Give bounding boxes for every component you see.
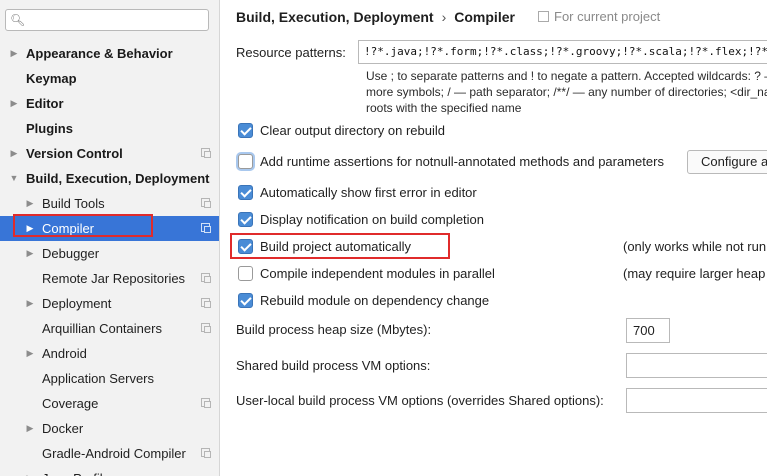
project-scope-icon bbox=[201, 298, 211, 308]
sidebar-item-keymap[interactable]: Keymap bbox=[0, 66, 219, 91]
resource-patterns-label: Resource patterns: bbox=[236, 45, 346, 60]
scope-indicator: For current project bbox=[538, 8, 660, 26]
chevron-right-icon[interactable]: ▶ bbox=[8, 41, 20, 66]
sidebar-item-deployment[interactable]: ▶ Deployment bbox=[0, 291, 219, 316]
sidebar-item-debugger[interactable]: ▶ Debugger bbox=[0, 241, 219, 266]
sidebar-item-label: Version Control bbox=[26, 146, 123, 161]
heap-size-label: Build process heap size (Mbytes): bbox=[236, 322, 432, 337]
chevron-right-icon[interactable]: ▶ bbox=[8, 141, 20, 166]
user-vm-options-label: User-local build process VM options (ove… bbox=[236, 393, 604, 408]
sidebar-item-remote-jar-repositories[interactable]: Remote Jar Repositories bbox=[0, 266, 219, 291]
sidebar-item-arquillian-containers[interactable]: Arquillian Containers bbox=[0, 316, 219, 341]
sidebar-item-label: Docker bbox=[42, 421, 84, 436]
project-scope-icon bbox=[538, 11, 549, 22]
option-label: Add runtime assertions for notnull-annot… bbox=[260, 154, 664, 169]
sidebar-item-version-control[interactable]: ▶ Version Control bbox=[0, 141, 219, 166]
chevron-right-icon[interactable]: ▶ bbox=[24, 241, 36, 266]
project-scope-icon bbox=[201, 273, 211, 283]
sidebar-item-docker[interactable]: ▶ Docker bbox=[0, 416, 219, 441]
sidebar-item-label: Arquillian Containers bbox=[42, 321, 162, 336]
option-label: Clear output directory on rebuild bbox=[260, 123, 445, 138]
sidebar-item-gradle-android-compiler[interactable]: Gradle-Android Compiler bbox=[0, 441, 219, 466]
checkbox-checked[interactable] bbox=[238, 212, 253, 227]
project-scope-icon bbox=[201, 323, 211, 333]
compiler-settings-panel: Build, Execution, Deployment › Compiler Fo… bbox=[220, 0, 767, 476]
sidebar-item-label: Build, Execution, Deployment bbox=[26, 171, 210, 186]
resource-patterns-hint-line-3: roots with the specified name bbox=[366, 101, 522, 115]
checkbox-unchecked[interactable] bbox=[238, 154, 253, 169]
project-scope-icon bbox=[201, 148, 211, 158]
shared-vm-options-label: Shared build process VM options: bbox=[236, 358, 431, 373]
sidebar-item-label: Deployment bbox=[42, 296, 112, 311]
sidebar-item-label: Remote Jar Repositories bbox=[42, 271, 186, 286]
search-icon: 🔍︎ bbox=[10, 13, 26, 27]
breadcrumb-parent: Build, Execution, Deployment bbox=[236, 9, 434, 25]
sidebar-item-editor[interactable]: ▶ Editor bbox=[0, 91, 219, 116]
sidebar-item-label: Gradle-Android Compiler bbox=[42, 446, 186, 461]
sidebar-item-label: Editor bbox=[26, 96, 64, 111]
sidebar-item-label: Appearance & Behavior bbox=[26, 46, 173, 61]
parallel-compile-note: (may require larger heap bbox=[623, 266, 766, 281]
checkbox-checked[interactable] bbox=[238, 123, 253, 138]
settings-sidebar: 🔍︎ ▶ Appearance & Behavior Keymap ▶ Edit… bbox=[0, 0, 220, 476]
sidebar-item-appearance-behavior[interactable]: ▶ Appearance & Behavior bbox=[0, 41, 219, 66]
sidebar-item-java-profiler[interactable]: ▶ Java Profiler bbox=[0, 466, 219, 476]
project-scope-icon bbox=[201, 223, 211, 233]
chevron-right-icon[interactable]: ▶ bbox=[24, 341, 36, 366]
sidebar-item-label: Plugins bbox=[26, 121, 73, 136]
checkbox-unchecked[interactable] bbox=[238, 266, 253, 281]
sidebar-item-label: Debugger bbox=[42, 246, 100, 261]
option-label: Compile independent modules in parallel bbox=[260, 266, 495, 281]
option-label: Rebuild module on dependency change bbox=[260, 293, 490, 308]
build-automatically-note: (only works while not run bbox=[623, 239, 767, 254]
heap-size-input[interactable]: 700 bbox=[626, 318, 670, 343]
resource-patterns-hint-line-2: more symbols; / — path separator; /**/ —… bbox=[366, 85, 767, 99]
scope-label: For current project bbox=[554, 9, 661, 24]
project-scope-icon bbox=[201, 398, 211, 408]
sidebar-item-plugins[interactable]: Plugins bbox=[0, 116, 219, 141]
chevron-right-icon[interactable]: ▶ bbox=[24, 416, 36, 441]
project-scope-icon bbox=[201, 198, 211, 208]
sidebar-item-label: Java Profiler bbox=[42, 466, 114, 476]
breadcrumb: Build, Execution, Deployment › Compiler bbox=[236, 8, 515, 26]
chevron-down-icon[interactable]: ▼ bbox=[8, 166, 20, 191]
sidebar-item-build-execution-deployment[interactable]: ▼ Build, Execution, Deployment bbox=[0, 166, 219, 191]
sidebar-item-coverage[interactable]: Coverage bbox=[0, 391, 219, 416]
option-label: Display notification on build completion bbox=[260, 212, 485, 227]
sidebar-item-label: Build Tools bbox=[42, 196, 105, 211]
project-scope-icon bbox=[201, 448, 211, 458]
option-label: Automatically show first error in editor bbox=[260, 185, 477, 200]
resource-patterns-hint-line-1: Use ; to separate patterns and ! to nega… bbox=[366, 69, 767, 83]
breadcrumb-current: Compiler bbox=[454, 9, 515, 25]
settings-tree: ▶ Appearance & Behavior Keymap ▶ Editor … bbox=[0, 41, 219, 476]
compiler-highlight-box bbox=[13, 214, 153, 237]
sidebar-item-application-servers[interactable]: Application Servers bbox=[0, 366, 219, 391]
sidebar-item-label: Android bbox=[42, 346, 87, 361]
breadcrumb-separator: › bbox=[441, 9, 447, 25]
resource-patterns-input[interactable]: !?*.java;!?*.form;!?*.class;!?*.groovy;!… bbox=[358, 40, 767, 64]
chevron-right-icon[interactable]: ▶ bbox=[8, 91, 20, 116]
search-input[interactable]: 🔍︎ bbox=[5, 9, 209, 31]
sidebar-item-android[interactable]: ▶ Android bbox=[0, 341, 219, 366]
sidebar-item-build-tools[interactable]: ▶ Build Tools bbox=[0, 191, 219, 216]
chevron-right-icon[interactable]: ▶ bbox=[24, 291, 36, 316]
sidebar-item-label: Coverage bbox=[42, 396, 99, 411]
configure-annotations-button[interactable]: Configure a bbox=[687, 150, 767, 174]
checkbox-checked[interactable] bbox=[238, 185, 253, 200]
chevron-right-icon[interactable]: ▶ bbox=[24, 191, 36, 216]
build-automatically-highlight-box bbox=[230, 233, 450, 259]
sidebar-item-label: Application Servers bbox=[42, 371, 154, 386]
user-vm-options-input[interactable] bbox=[626, 388, 767, 413]
checkbox-checked[interactable] bbox=[238, 293, 253, 308]
sidebar-item-label: Keymap bbox=[26, 71, 77, 86]
chevron-right-icon[interactable]: ▶ bbox=[24, 466, 36, 476]
shared-vm-options-input[interactable] bbox=[626, 353, 767, 378]
